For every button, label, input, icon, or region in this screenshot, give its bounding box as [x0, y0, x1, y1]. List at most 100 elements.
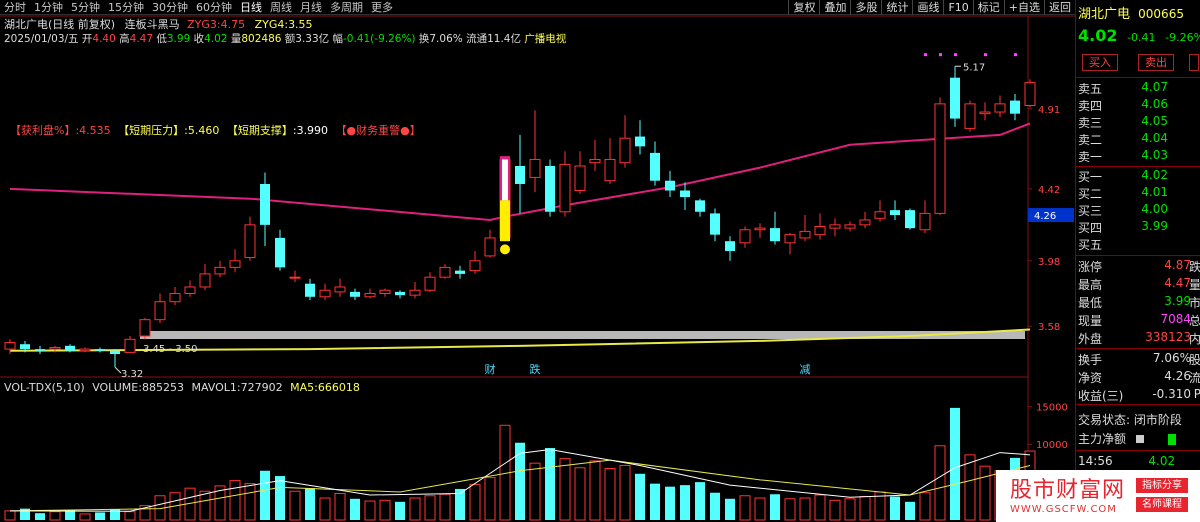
- level-label: 买二: [1078, 187, 1103, 201]
- level-price: 4.01: [1141, 185, 1168, 199]
- volume-bar-down: [395, 501, 405, 520]
- volume-bar-up: [784, 498, 796, 521]
- tick-price: 4.02: [1148, 454, 1176, 468]
- candle-body-up: [964, 103, 976, 129]
- signal-dot: [924, 53, 927, 57]
- volume-bar-down: [680, 485, 690, 520]
- level-price: 4.02: [1141, 168, 1168, 182]
- volume-bar-up: [979, 465, 991, 521]
- candle-body-up: [934, 103, 946, 214]
- buy-button[interactable]: 买入: [1082, 54, 1118, 71]
- candle-body-down: [950, 77, 960, 119]
- stat-label: 外盘: [1078, 332, 1103, 346]
- volume-bar-up: [409, 497, 421, 521]
- level-label: 买三: [1078, 204, 1103, 218]
- volume-bar-up: [439, 493, 451, 521]
- candle-body-up: [334, 286, 346, 293]
- candle-body-up: [79, 348, 91, 352]
- price-change-pct: -9.26%: [1165, 31, 1200, 44]
- candle-body-down: [725, 241, 735, 252]
- candle-body-up: [874, 211, 886, 219]
- stock-code: 000665: [1138, 7, 1184, 21]
- level-price: 4.04: [1141, 131, 1168, 145]
- event-label-reduce: 减: [800, 363, 811, 376]
- volume-bar-up: [619, 464, 631, 521]
- volume-bar-up: [604, 467, 616, 521]
- level-label: 买四: [1078, 221, 1103, 235]
- kline-chart[interactable]: 5.17 3.32 3.45 - 3.50 财 跌 减 4.91 4.42 3.98 3.58 4.…: [0, 0, 1075, 522]
- volume-bar-down: [545, 448, 555, 520]
- stat-row: 现量 7084 总: [1078, 312, 1200, 328]
- candle-body-up: [424, 276, 436, 291]
- candle-body-up: [364, 293, 376, 298]
- support-zone-band: [140, 331, 1025, 339]
- stat-suffix: 股: [1188, 353, 1200, 367]
- volume-bar-down: [65, 510, 75, 520]
- stat-row: 外盘 338123 内: [1078, 330, 1200, 346]
- volume-bar-up: [4, 510, 16, 521]
- signal-dot: [939, 53, 942, 57]
- volume-bar-up: [379, 499, 391, 521]
- volume-tick-label: 10000: [1036, 440, 1068, 451]
- low-price-label: 3.32: [121, 369, 143, 380]
- signal-dot: [1014, 53, 1017, 57]
- price-line: 4.02 -0.41 -9.26%: [1078, 26, 1200, 45]
- candle-body-up: [754, 227, 766, 231]
- volume-bar-up: [424, 495, 436, 521]
- order-level: 卖一 4.03: [1078, 148, 1198, 164]
- candle-body-down: [515, 165, 525, 184]
- candle-body-up: [49, 346, 61, 350]
- order-level: 卖三 4.05: [1078, 114, 1198, 130]
- volume-bar-up: [484, 477, 496, 521]
- volume-bar-up: [334, 492, 346, 521]
- divider: [1076, 404, 1200, 405]
- volume-bar-down: [35, 513, 45, 520]
- signal-dot: [984, 53, 987, 57]
- candle-body-up: [814, 225, 826, 236]
- volume-bar-up: [319, 497, 331, 521]
- stat-row: 换手 7.06% 股: [1078, 351, 1200, 367]
- candle-body-down: [95, 349, 105, 351]
- candle-body-up: [379, 289, 391, 295]
- candle-body-down: [350, 291, 360, 297]
- volume-bar-up: [289, 490, 301, 521]
- volume-bar-down: [695, 482, 705, 520]
- volume-bar-up: [589, 460, 601, 521]
- volume-bar-up: [244, 483, 256, 521]
- level-price: 4.05: [1141, 114, 1168, 128]
- candle-body-down: [890, 210, 900, 216]
- order-level: 卖五 4.07: [1078, 80, 1198, 96]
- level-price: 4.06: [1141, 97, 1168, 111]
- candle-body-up: [409, 289, 421, 296]
- volume-bar-up: [799, 497, 811, 521]
- stat-label: 换手: [1078, 353, 1103, 367]
- candle-body-down: [905, 210, 915, 229]
- volume-bar-up: [964, 454, 976, 521]
- signal-bar-yellow: [500, 200, 510, 242]
- candle-body-up: [859, 219, 871, 226]
- candle-body-down: [65, 345, 75, 351]
- level-price: 4.00: [1141, 202, 1168, 216]
- divider: [1076, 450, 1200, 451]
- signal-dot: [954, 53, 957, 57]
- stat-suffix: 市: [1188, 296, 1200, 310]
- divider: [1076, 77, 1200, 78]
- watermark-tag2: 名师课程: [1136, 497, 1188, 512]
- volume-bar-up: [934, 445, 946, 521]
- stat-label: 最低: [1078, 296, 1103, 310]
- stat-label: 最高: [1078, 278, 1103, 292]
- more-trade-button[interactable]: [1189, 54, 1199, 71]
- stat-row: 最低 3.99 市: [1078, 294, 1200, 310]
- level-price: 4.07: [1141, 80, 1168, 94]
- volume-bar-up: [199, 490, 211, 521]
- watermark-logo: 股市财富网 WWW.GSCFW.COM 指标分享 名师课程: [996, 470, 1200, 522]
- order-level: 买五: [1078, 236, 1198, 252]
- volume-bar-down: [905, 501, 915, 520]
- candle-body-up: [139, 319, 151, 337]
- candle-body-down: [710, 213, 720, 235]
- candle-body-down: [275, 237, 285, 268]
- sell-button[interactable]: 卖出: [1138, 54, 1174, 71]
- price-tick-label: 4.42: [1038, 185, 1060, 196]
- candle-body-up: [484, 237, 496, 257]
- candle-body-up: [529, 158, 541, 178]
